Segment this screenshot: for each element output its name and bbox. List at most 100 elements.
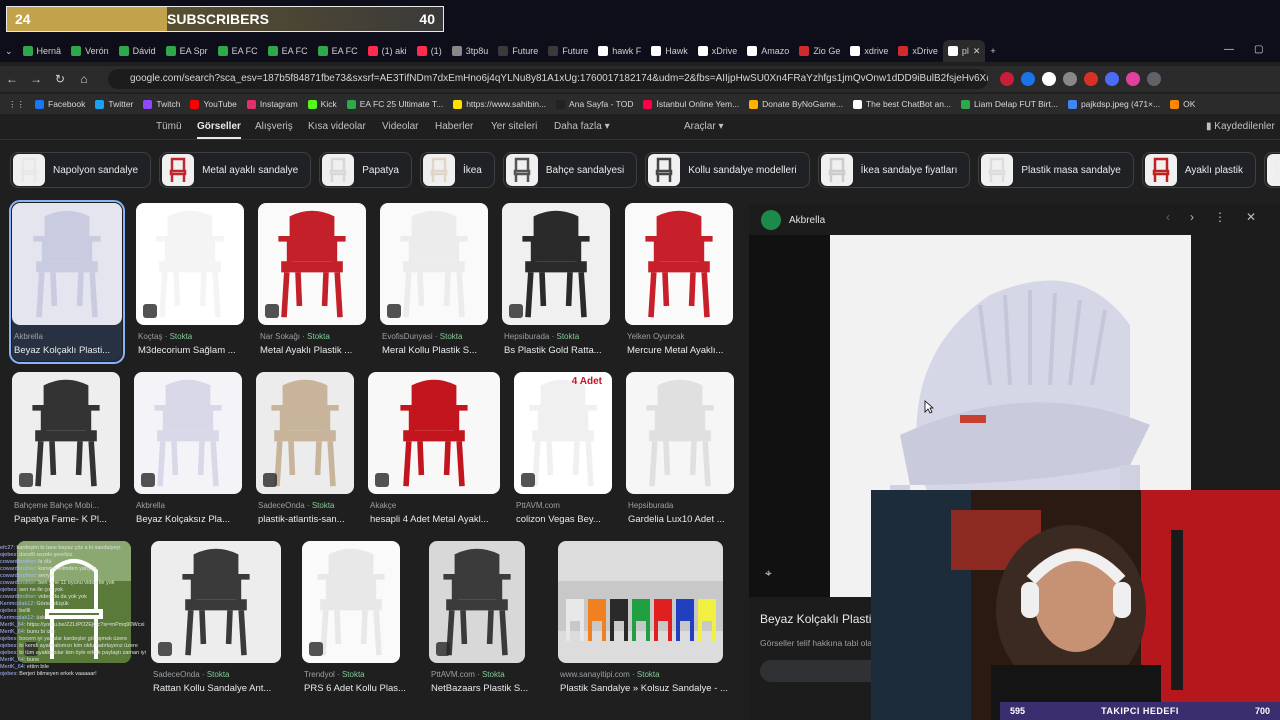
result-thumbnail[interactable] (502, 203, 610, 325)
result-thumbnail[interactable] (625, 203, 733, 325)
result-title[interactable]: hesapli 4 Adet Metal Ayakl... (370, 514, 512, 525)
result-title[interactable]: Gardelia Lux10 Adet ... (628, 514, 746, 525)
result-title[interactable]: Meral Kollu Plastik S... (382, 345, 500, 356)
image-result[interactable]: PttAVM.com · Stokta NetBazaars Plastik S.… (429, 541, 528, 699)
bookmark-item[interactable]: YouTube (190, 99, 237, 109)
extension-icon[interactable] (1000, 72, 1014, 86)
image-result[interactable]: Koçtaş · Stokta M3decorium Sağlam ... (136, 203, 244, 361)
result-source[interactable]: Akbrella (14, 332, 43, 341)
extension-icon[interactable] (1021, 72, 1035, 86)
result-source[interactable]: PttAVM.com · Stokta (431, 670, 505, 679)
image-result[interactable]: SadeceOnda · Stokta plastik-atlantis-san.… (256, 372, 354, 530)
bookmark-item[interactable]: Liam Delap FUT Birt... (961, 99, 1058, 109)
result-thumbnail[interactable] (429, 541, 525, 663)
result-thumbnail[interactable] (136, 203, 244, 325)
browser-tab[interactable]: Amazo (742, 40, 794, 62)
image-result[interactable]: Hepsiburada Gardelia Lux10 Adet ... (626, 372, 734, 530)
related-search-chip[interactable]: Bahçe sandalyesi (502, 152, 638, 188)
related-search-chip[interactable]: Kollu sandalye modelleri (645, 152, 810, 188)
result-source[interactable]: EvofisDunyasi · Stokta (382, 332, 462, 341)
image-result[interactable]: Yelken Oyuncak Mercure Metal Ayaklı... (625, 203, 733, 361)
result-title[interactable]: Beyaz Kolçaksız Pla... (136, 514, 254, 525)
image-result[interactable]: Bahçeme Bahçe Mobi... Papatya Fame- K Pl.… (12, 372, 120, 530)
browser-tab[interactable]: Verón (66, 40, 114, 62)
related-search-chip[interactable]: Napolyon sandalye (10, 152, 152, 188)
browser-tab[interactable]: xDrive (893, 40, 943, 62)
saved-button[interactable]: ▮ Kaydedilenler (1206, 121, 1275, 132)
browser-tab[interactable]: Hernâ (18, 40, 67, 62)
browser-tab[interactable]: Dávid (114, 40, 161, 62)
bookmark-item[interactable]: Twitch (143, 99, 180, 109)
back-icon[interactable]: ← (0, 72, 24, 86)
browser-tab[interactable]: hawk F (593, 40, 646, 62)
image-result[interactable]: Nar Sokağı · Stokta Metal Ayaklı Plastik … (258, 203, 366, 361)
image-result[interactable]: Akbrella Beyaz Kolçaklı Plasti... (9, 200, 125, 364)
tools-button[interactable]: Araçlar ▾ (684, 121, 723, 132)
browser-tab[interactable]: Future (493, 40, 543, 62)
result-thumbnail[interactable] (380, 203, 488, 325)
result-thumbnail[interactable] (302, 541, 400, 663)
result-thumbnail[interactable] (12, 372, 120, 494)
extension-icon[interactable] (1084, 72, 1098, 86)
forward-icon[interactable]: → (24, 72, 48, 86)
result-thumbnail[interactable] (12, 203, 122, 325)
result-title[interactable]: Bs Plastik Gold Ratta... (504, 345, 622, 356)
bookmark-item[interactable]: pajkdsp.jpeg (471×... (1067, 99, 1160, 109)
result-title[interactable]: colizon Vegas Bey... (516, 514, 624, 525)
result-title[interactable]: Plastik Sandalye » Kolsuz Sandalye - ... (560, 683, 735, 694)
tab-shopping[interactable]: Alışveriş (255, 121, 293, 132)
related-search-chip[interactable]: Plastik masa sandalye (978, 152, 1134, 188)
result-source[interactable]: PttAVM.com (516, 501, 560, 510)
bookmark-item[interactable]: Ana Sayfa - TOD (556, 99, 633, 109)
maximize-icon[interactable]: ▢ (1254, 44, 1263, 55)
image-result[interactable]: 4 Adet PttAVM.com colizon Vegas Bey... (514, 372, 612, 530)
result-thumbnail[interactable]: 4 Adet (514, 372, 612, 494)
extension-icon[interactable] (1105, 72, 1119, 86)
tab-more[interactable]: Daha fazla ▾ (554, 121, 610, 132)
more-icon[interactable]: ⋮ (1214, 210, 1226, 224)
bookmark-item[interactable]: The best ChatBot an... (852, 99, 951, 109)
bookmark-item[interactable]: Kick (307, 99, 337, 109)
browser-tab[interactable]: Hawk (646, 40, 693, 62)
tab-places[interactable]: Yer siteleri (491, 121, 537, 132)
result-title[interactable]: Beyaz Kolçaklı Plasti... (14, 345, 134, 356)
tab-all[interactable]: Tümü (156, 121, 182, 132)
address-bar[interactable]: google.com/search?sca_esv=187b5f84871fbe… (108, 69, 988, 89)
browser-tab[interactable]: Zio Ge (794, 40, 845, 62)
bookmark-item[interactable]: Twitter (95, 99, 133, 109)
next-icon[interactable]: › (1190, 210, 1194, 224)
lens-icon[interactable]: ⌖ (765, 566, 772, 581)
new-tab-icon[interactable]: + (985, 40, 1000, 62)
browser-tab[interactable]: EA Spr (161, 40, 213, 62)
bookmark-item[interactable]: OK (1170, 99, 1195, 109)
result-thumbnail[interactable] (258, 203, 366, 325)
extension-icon[interactable] (1126, 72, 1140, 86)
tab-list-dropdown-icon[interactable]: ⌄ (0, 40, 18, 62)
tab-videos[interactable]: Videolar (382, 121, 419, 132)
browser-tab[interactable]: 3tp8u (447, 40, 494, 62)
result-title[interactable]: PRS 6 Adet Kollu Plas... (304, 683, 412, 694)
bookmark-item[interactable]: EA FC 25 Ultimate T... (346, 99, 443, 109)
browser-tab[interactable]: (1) (412, 40, 447, 62)
result-source[interactable]: Koçtaş · Stokta (138, 332, 192, 341)
result-source[interactable]: Yelken Oyuncak (627, 332, 685, 341)
result-thumbnail[interactable] (134, 372, 242, 494)
result-title[interactable]: Mercure Metal Ayaklı... (627, 345, 745, 356)
close-icon[interactable]: ✕ (1246, 210, 1256, 224)
browser-tab[interactable]: EA FC (263, 40, 313, 62)
extensions-icon[interactable] (1147, 72, 1161, 86)
related-search-chip[interactable]: İkea sandalye fiyatları (817, 152, 971, 188)
home-icon[interactable]: ⌂ (72, 72, 96, 86)
result-title[interactable]: M3decorium Sağlam ... (138, 345, 256, 356)
browser-tab[interactable]: xDrive (693, 40, 743, 62)
bookmark-item[interactable]: Facebook (35, 99, 85, 109)
browser-tab[interactable]: pl ✕ (942, 40, 986, 62)
result-thumbnail[interactable] (626, 372, 734, 494)
preview-source[interactable]: Akbrella (789, 215, 825, 226)
browser-tab[interactable]: EA FC (313, 40, 363, 62)
image-result[interactable]: Trendyol · Stokta PRS 6 Adet Kollu Plas..… (302, 541, 406, 699)
result-title[interactable]: NetBazaars Plastik S... (431, 683, 537, 694)
extension-icon[interactable] (1042, 72, 1056, 86)
preview-title[interactable]: Beyaz Kolçaklı Plasti (760, 612, 871, 626)
related-search-chip[interactable]: Kolsuz sa (1264, 152, 1280, 188)
